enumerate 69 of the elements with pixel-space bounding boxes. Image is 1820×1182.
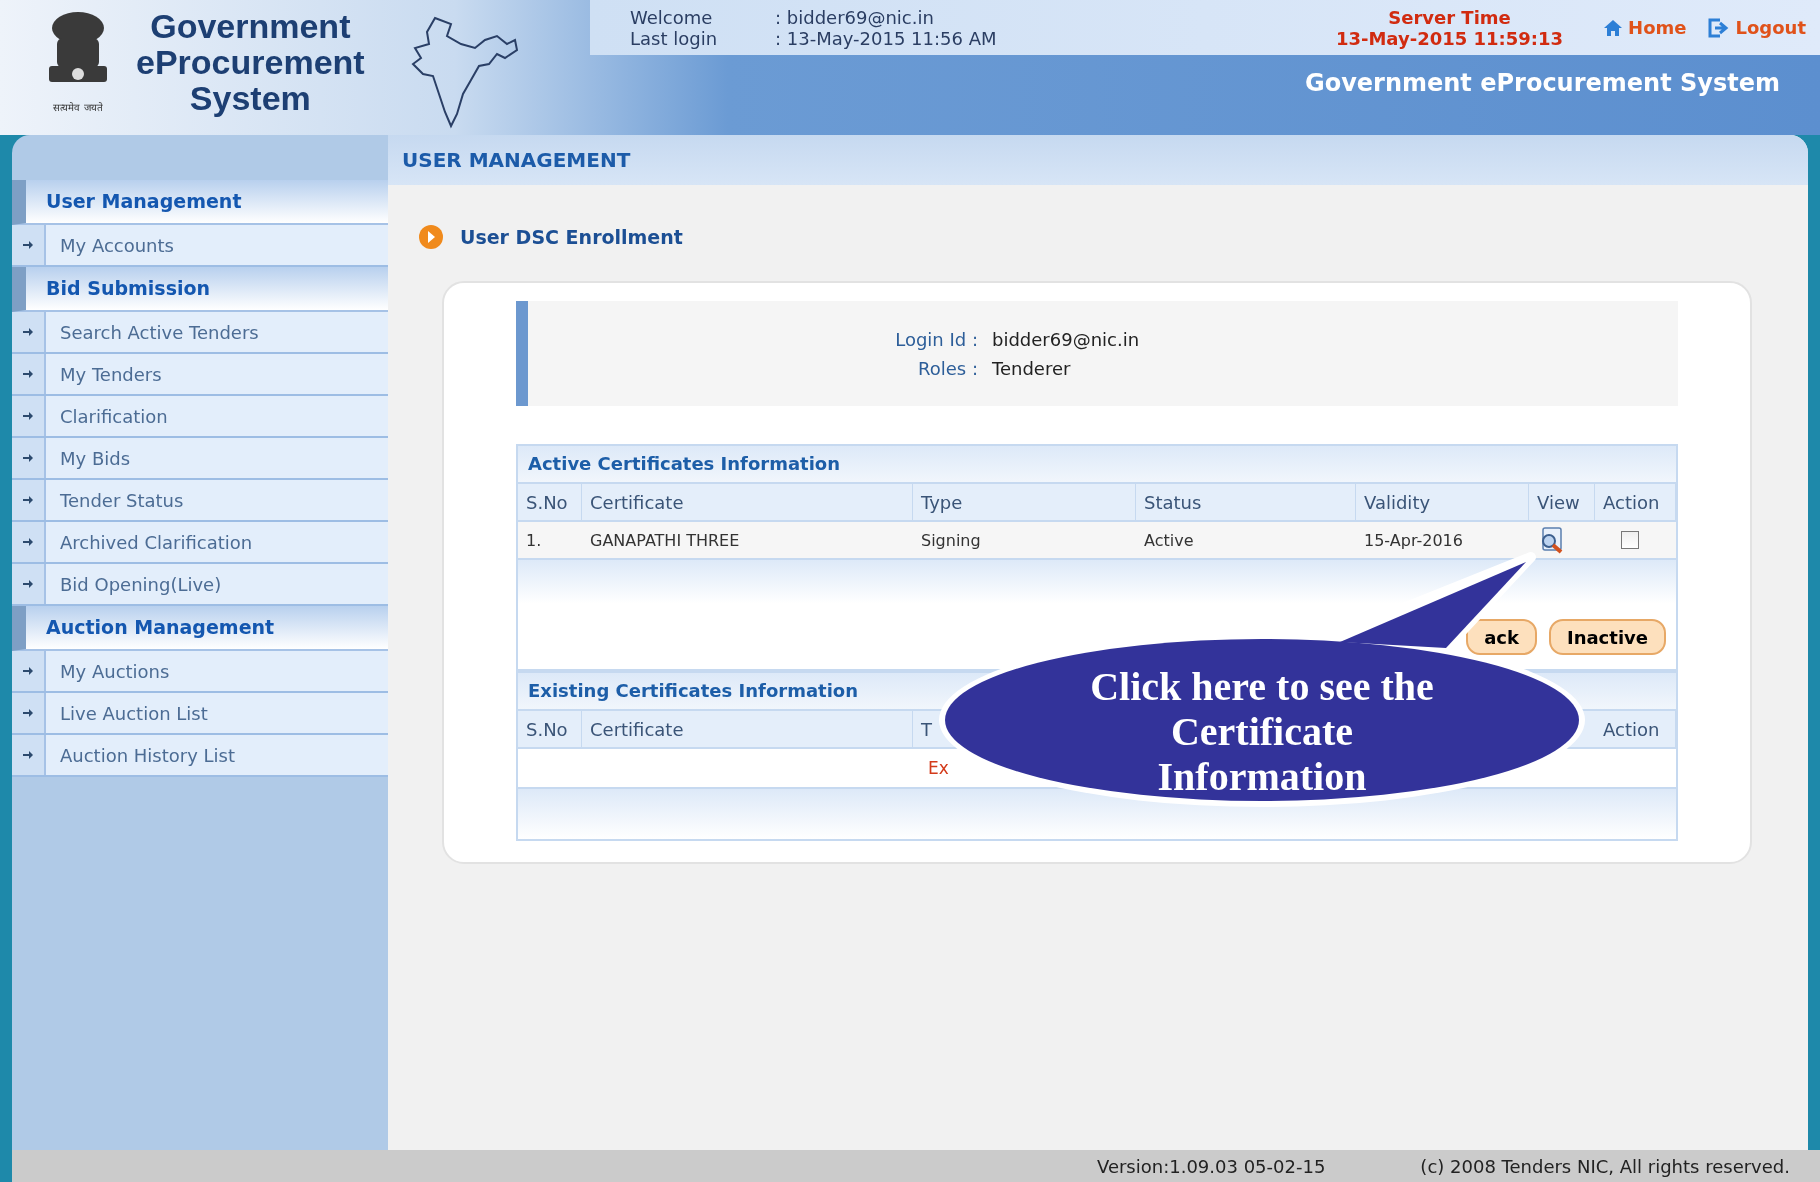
sidebar-item[interactable]: My Bids [46,438,388,478]
banner-title: Government eProcurement System [1303,68,1781,97]
logo-text: eProcurement [136,44,365,80]
sidebar-item[interactable]: Search Active Tenders [46,312,388,352]
empty-message: Ex [928,758,949,778]
sidebar-item[interactable]: My Auctions [46,651,388,691]
sidebar-item[interactable]: Bid Opening(Live) [46,564,388,604]
server-time-label: Server Time [1388,6,1511,28]
column-header: Certificate [582,484,913,520]
table-cell-text: GANAPATHI THREE [589,529,741,552]
page-title: USER MANAGEMENT [402,148,631,172]
column-header: S.No [518,711,582,747]
sidebar-item[interactable]: Archived Clarification [46,522,388,562]
arrow-icon [22,536,34,548]
emblem-caption: सत्यमेव जयते [53,101,103,114]
column-header: Type [913,484,1136,520]
info-label: Login Id : [894,328,978,350]
column-header: Certificate [582,711,913,747]
home-icon [1603,17,1624,38]
column-header: View [1529,484,1595,520]
logout-link[interactable]: Logout [1708,17,1806,38]
last-login-label: Last login [630,27,719,49]
table-cell-text: Signing [920,529,982,552]
arrow-icon [22,368,34,380]
column-header: Action [1595,711,1676,747]
table-cell-text: Active [1143,529,1195,552]
copyright-text: (c) 2008 Tenders NIC, All rights reserved. [1420,1155,1790,1177]
arrow-circle-icon [418,224,444,250]
arrow-icon [22,707,34,719]
column-header: Action [1595,484,1676,520]
last-login-time: : 13-May-2015 11:56 AM [775,27,997,49]
arrow-icon [22,410,34,422]
info-value: Tenderer [992,357,1071,379]
user-email: : bidder69@nic.in [775,6,934,28]
welcome-label: Welcome [630,6,714,28]
sidebar-item[interactable]: Live Auction List [46,693,388,733]
logout-icon [1708,17,1731,38]
home-link[interactable]: Home [1603,17,1687,38]
sidebar-item[interactable]: My Tenders [46,354,388,394]
arrow-icon [22,749,34,761]
arrow-icon [22,578,34,590]
action-button[interactable]: Inactive [1548,619,1666,655]
logo-text: Government [150,8,351,44]
arrow-icon [22,326,34,338]
column-header: S.No [518,484,582,520]
arrow-icon [22,494,34,506]
section-title: User DSC Enrollment [460,226,683,248]
column-header: Status [1136,484,1356,520]
sidebar-item[interactable]: Auction History List [46,735,388,775]
sidebar-item[interactable]: Clarification [46,396,388,436]
column-header: Validity [1356,484,1529,520]
table-title: Active Certificates Information [518,446,1676,482]
info-label: Roles : [917,357,978,379]
checkbox[interactable] [1621,531,1639,549]
info-value: bidder69@nic.in [992,328,1140,350]
server-time: 13-May-2015 11:59:13 [1335,27,1564,49]
action-button[interactable]: ack [1466,619,1537,655]
sidebar-section-header: Auction Management [12,606,388,651]
sidebar-item[interactable]: Tender Status [46,480,388,520]
version-text: Version:1.09.03 05-02-15 [1096,1155,1326,1177]
table-cell-text: 1. [525,529,543,552]
arrow-icon [22,665,34,677]
sidebar-section-header: Bid Submission [12,267,388,312]
arrow-icon [22,452,34,464]
sidebar-item[interactable]: My Accounts [46,225,388,265]
sidebar-section-header: User Management [12,180,388,225]
arrow-icon [22,239,34,251]
logo-text: System [189,80,311,116]
table-cell-text: 15-Apr-2016 [1363,529,1464,552]
